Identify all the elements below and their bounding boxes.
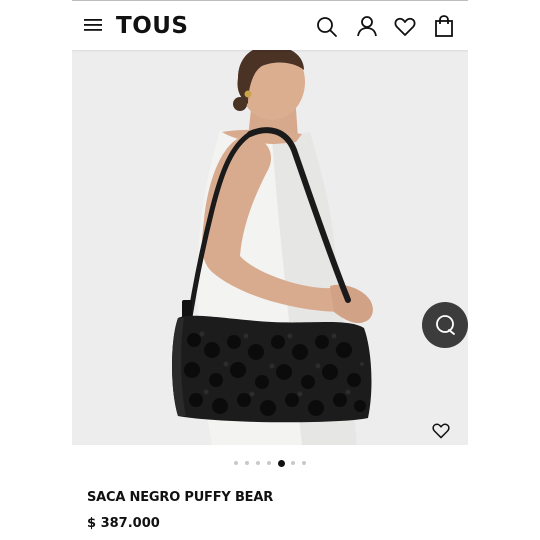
gallery-dot[interactable] bbox=[256, 461, 260, 465]
gallery-dot[interactable] bbox=[291, 461, 295, 465]
gallery-dot[interactable] bbox=[245, 461, 249, 465]
account-icon[interactable] bbox=[356, 15, 378, 37]
brand-logo[interactable]: TOUS bbox=[116, 12, 188, 40]
product-page: TOUS SACA NEGRO PUFFY BEAR $ 387.000 bbox=[72, 0, 468, 540]
gallery-dot[interactable] bbox=[302, 461, 306, 465]
heart-icon[interactable] bbox=[394, 16, 416, 38]
model-with-bag-photo bbox=[172, 50, 373, 445]
gallery-dot[interactable] bbox=[234, 461, 238, 465]
top-header: TOUS bbox=[72, 0, 468, 50]
gallery-dot[interactable] bbox=[267, 461, 271, 465]
search-icon[interactable] bbox=[316, 16, 338, 38]
gallery-dot-active[interactable] bbox=[277, 459, 285, 467]
chat-icon bbox=[436, 315, 455, 335]
chat-button[interactable] bbox=[422, 302, 468, 348]
product-name: SACA NEGRO PUFFY BEAR bbox=[87, 490, 274, 505]
product-image[interactable] bbox=[72, 50, 468, 445]
bag-icon[interactable] bbox=[434, 15, 454, 37]
product-price: $ 387.000 bbox=[87, 516, 160, 531]
gallery-pagination bbox=[72, 458, 468, 468]
add-to-wishlist-heart-icon[interactable] bbox=[432, 422, 450, 440]
menu-icon[interactable] bbox=[84, 18, 102, 32]
